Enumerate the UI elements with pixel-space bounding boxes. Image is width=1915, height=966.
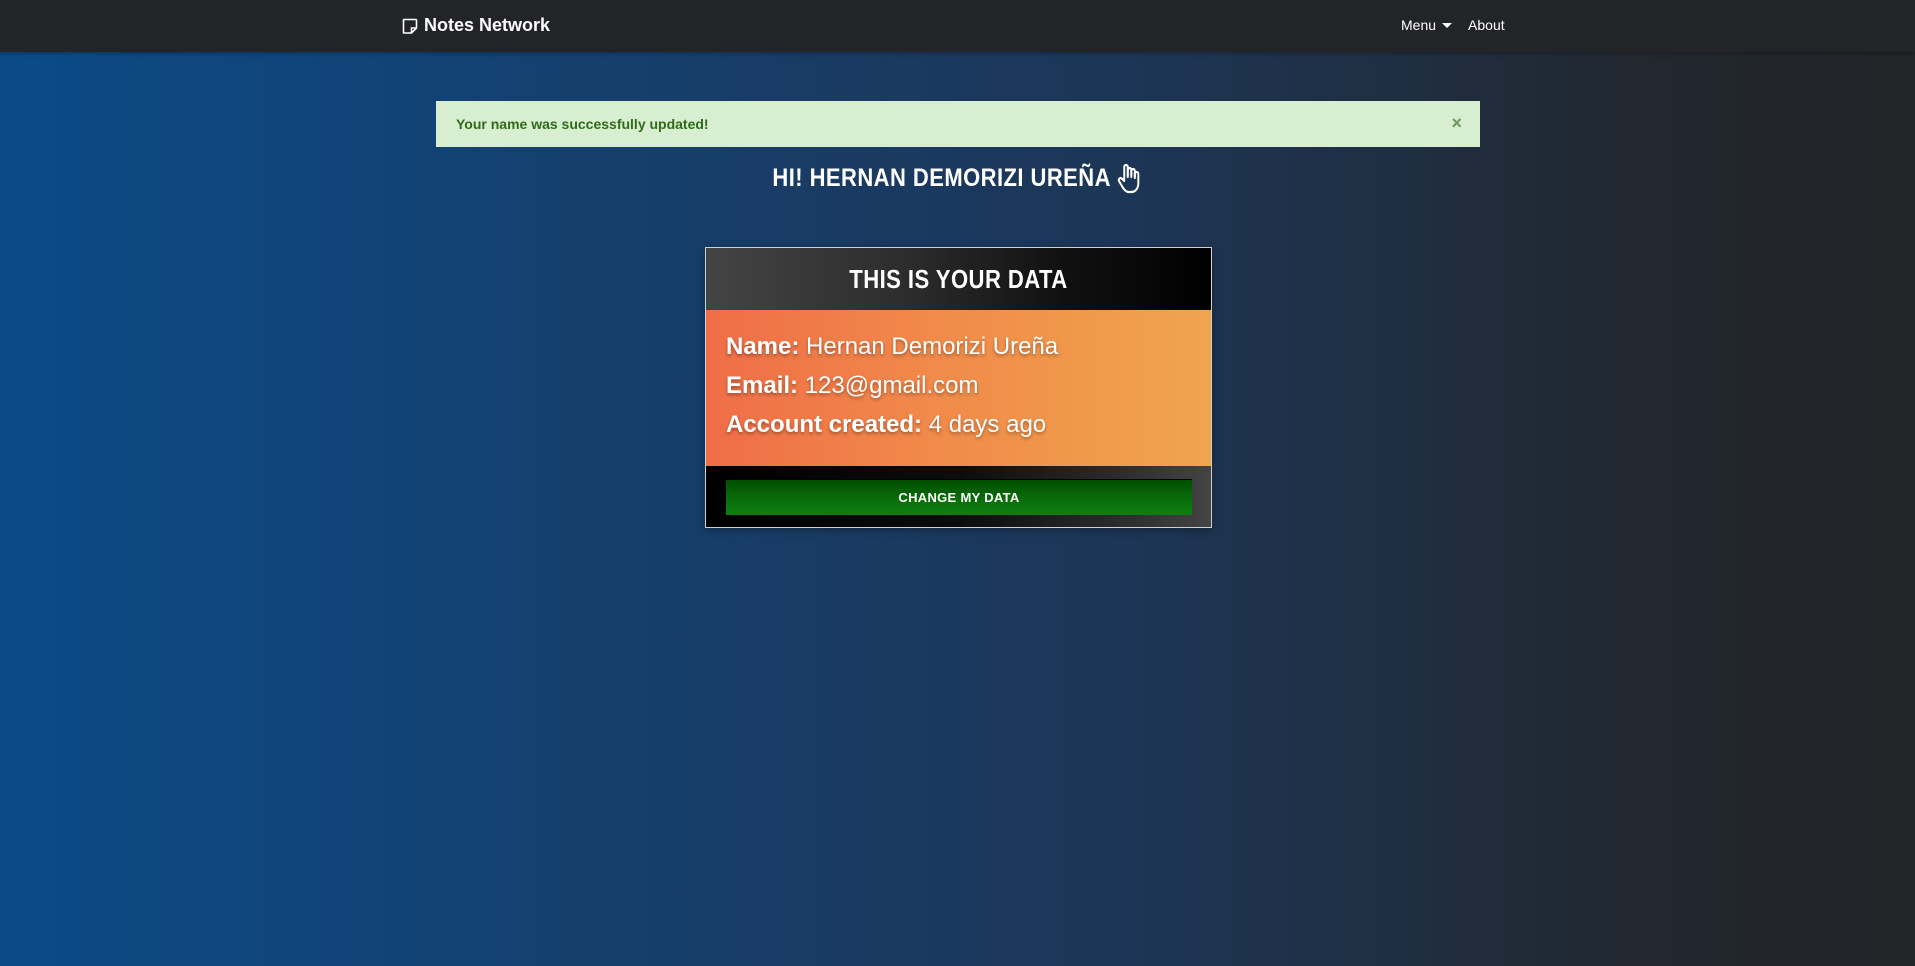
name-row: Name: Hernan Demorizi Ureña xyxy=(726,332,1191,371)
success-alert: Your name was successfully updated! × xyxy=(436,101,1480,147)
menu-label: Menu xyxy=(1401,17,1437,33)
account-created-value: 4 days ago xyxy=(928,411,1047,438)
card-body: Name: Hernan Demorizi Ureña Email: 123@g… xyxy=(706,310,1211,466)
brand-link[interactable]: Notes Network xyxy=(402,15,550,36)
menu-dropdown[interactable]: Menu xyxy=(1401,17,1453,33)
about-label: About xyxy=(1468,17,1505,33)
user-data-card: This is your data Name: Hernan Demorizi … xyxy=(705,247,1212,528)
email-row: Email: 123@gmail.com xyxy=(726,371,1191,410)
name-value: Hernan Demorizi Ureña xyxy=(806,333,1059,360)
greeting-heading: Hi! Hernan Demorizi Ureña xyxy=(115,162,1800,194)
card-header: This is your data xyxy=(706,248,1211,310)
sticky-note-icon xyxy=(402,18,418,34)
card-title: This is your data xyxy=(849,263,1068,294)
caret-down-icon xyxy=(1442,22,1453,28)
greeting-text: Hi! Hernan Demorizi Ureña xyxy=(772,163,1111,192)
alert-message: Your name was successfully updated! xyxy=(456,116,709,132)
name-label: Name: xyxy=(726,333,807,360)
account-created-label: Account created: xyxy=(726,411,929,438)
card-footer: Change my data xyxy=(706,466,1211,527)
close-icon[interactable]: × xyxy=(1451,113,1462,133)
email-value: 123@gmail.com xyxy=(804,372,979,399)
change-my-data-button[interactable]: Change my data xyxy=(726,479,1192,515)
account-created-row: Account created: 4 days ago xyxy=(726,410,1191,449)
waving-hand-icon xyxy=(1117,163,1140,194)
brand-label: Notes Network xyxy=(424,15,551,35)
email-label: Email: xyxy=(726,372,805,399)
top-navbar: Notes Network Menu About xyxy=(0,0,1915,52)
nav-links: Menu About xyxy=(1401,17,1505,33)
about-link[interactable]: About xyxy=(1468,17,1505,33)
